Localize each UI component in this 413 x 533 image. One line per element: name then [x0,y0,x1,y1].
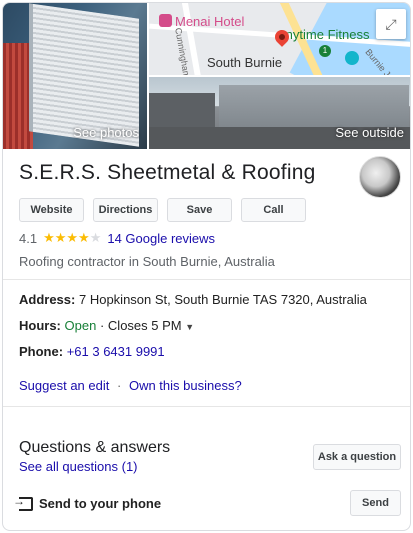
send-to-phone-label: Send to your phone [39,496,162,511]
hours-closes: Closes 5 PM [107,318,182,333]
ask-question-button[interactable]: Ask a question [313,444,401,470]
map-thumbnail[interactable]: Menai Hotel Anytime Fitness Cunningham B… [149,3,410,75]
hours-label: Hours: [19,318,61,333]
reviews-link[interactable]: 14 Google reviews [107,231,215,246]
rating-value: 4.1 [19,230,38,246]
hours-separator: · [99,318,105,333]
address-label: Address: [19,292,76,307]
see-all-questions-link[interactable]: See all questions (1) [19,459,138,474]
building-image [149,93,215,129]
dropdown-arrow-icon[interactable]: ▼ [185,322,194,332]
send-to-phone-icon [13,494,33,511]
map-label-fitness: Anytime Fitness [277,27,370,42]
rating-row: 4.1 ★★★★★ 14 Google reviews [19,230,215,246]
map-label-hotel: Menai Hotel [175,14,245,29]
edit-links: Suggest an edit · Own this business? [19,378,242,393]
phone-link[interactable]: +61 3 6431 9991 [67,344,165,359]
own-business-link[interactable]: Own this business? [129,378,242,393]
route-badge: 1 [319,45,331,57]
business-category: Roofing contractor in South Burnie, Aust… [19,254,275,269]
expand-map-button[interactable]: ⤢ [376,9,406,39]
divider [3,406,410,407]
photos-thumbnail[interactable]: See photos [3,3,147,149]
suggest-edit-link[interactable]: Suggest an edit [19,378,109,393]
star-rating-icon: ★★★★★ [43,230,102,245]
action-buttons: Website Directions Save Call [19,198,306,222]
hours-status: Open [64,318,97,333]
business-title: S.E.R.S. Sheetmetal & Roofing [19,161,316,184]
ferry-icon [345,51,359,65]
save-button[interactable]: Save [167,198,232,222]
see-photos-label: See photos [73,125,139,140]
photo-header: See photos Menai Hotel Anytime Fitness C… [3,3,410,149]
map-label-town: South Burnie [207,55,283,70]
business-panel: See photos Menai Hotel Anytime Fitness C… [2,2,411,531]
divider [3,279,410,280]
phone-row: Phone: +61 3 6431 9991 [19,344,165,359]
business-avatar[interactable] [359,156,401,198]
link-separator: · [116,378,122,393]
phone-label: Phone: [19,344,64,359]
hotel-icon [159,14,172,27]
call-button[interactable]: Call [241,198,306,222]
send-button[interactable]: Send [350,490,401,516]
address-row: Address: 7 Hopkinson St, South Burnie TA… [19,292,367,307]
address-value[interactable]: 7 Hopkinson St, South Burnie TAS 7320, A… [79,292,367,307]
street-view-thumbnail[interactable]: See outside [149,77,410,149]
expand-icon: ⤢ [385,15,397,32]
send-to-phone-row: Send to your phone [13,494,162,512]
hours-row[interactable]: Hours: Open · Closes 5 PM ▼ [19,318,194,333]
see-outside-label: See outside [335,125,404,140]
website-button[interactable]: Website [19,198,84,222]
qa-title: Questions & answers [19,439,171,456]
directions-button[interactable]: Directions [93,198,158,222]
